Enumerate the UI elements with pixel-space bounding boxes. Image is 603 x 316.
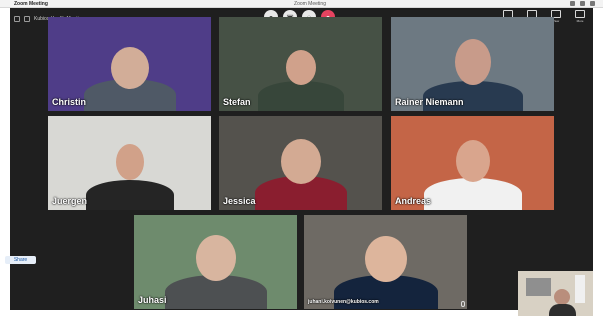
- window-title: Zoom Meeting: [294, 1, 326, 7]
- more-button[interactable]: More: [573, 10, 587, 23]
- self-view[interactable]: [518, 271, 593, 316]
- status-icon-3: [590, 1, 595, 6]
- participant-tile-andreas[interactable]: Andreas: [391, 116, 554, 210]
- self-view-door: [575, 275, 585, 303]
- participant-name: Andreas: [395, 196, 432, 206]
- participant-tile-juergen[interactable]: Juergen: [48, 116, 211, 210]
- self-view-body: [549, 304, 576, 316]
- more-label: More: [576, 19, 584, 23]
- participant-name: juhani.koivunen@kubios.com: [308, 299, 379, 305]
- participant-tile-juhasi[interactable]: Juhasi: [134, 215, 297, 309]
- participant-tile-christin[interactable]: Christin: [48, 17, 211, 111]
- self-view-window: [526, 278, 551, 296]
- grid-icon[interactable]: [14, 16, 20, 22]
- participant-shoulders: [85, 180, 174, 210]
- participant-head: [115, 144, 144, 180]
- share-pill[interactable]: Share: [5, 256, 36, 264]
- participant-name: Juergen: [52, 196, 88, 206]
- app-name[interactable]: Zoom Meeting: [14, 0, 48, 8]
- participant-head: [285, 50, 316, 85]
- participant-tile-rainer[interactable]: Rainer Niemann: [391, 17, 554, 111]
- participant-head: [110, 47, 149, 89]
- participant-name: Jessica: [223, 196, 256, 206]
- participant-tile-stefan[interactable]: Stefan: [219, 17, 382, 111]
- status-icon-1: [570, 1, 575, 6]
- participant-name: Rainer Niemann: [395, 97, 464, 107]
- participant-head: [454, 39, 491, 85]
- security-icon[interactable]: [24, 16, 30, 22]
- participant-name: Stefan: [223, 97, 251, 107]
- participant-name: Juhasi: [138, 295, 167, 305]
- participant-tile-jessica[interactable]: Jessica: [219, 116, 382, 210]
- participant-shoulders: [423, 178, 522, 210]
- status-icon-2: [580, 1, 585, 6]
- settings-icon: [575, 10, 585, 18]
- participant-shoulders: [257, 81, 344, 111]
- participant-head: [364, 236, 407, 282]
- mic-icon: [461, 301, 465, 307]
- meeting-window: Kubios Health Meeting ● ▣ ◌ ● Gallery Vi…: [10, 8, 593, 310]
- participant-tile-juhani[interactable]: juhani.koivunen@kubios.com: [304, 215, 467, 309]
- self-view-head: [554, 289, 570, 305]
- participant-head: [280, 139, 321, 184]
- participant-name: Christin: [52, 97, 87, 107]
- participant-head: [455, 140, 490, 182]
- participant-head: [195, 235, 236, 281]
- mac-menubar: Zoom Meeting Zoom Meeting: [0, 0, 603, 8]
